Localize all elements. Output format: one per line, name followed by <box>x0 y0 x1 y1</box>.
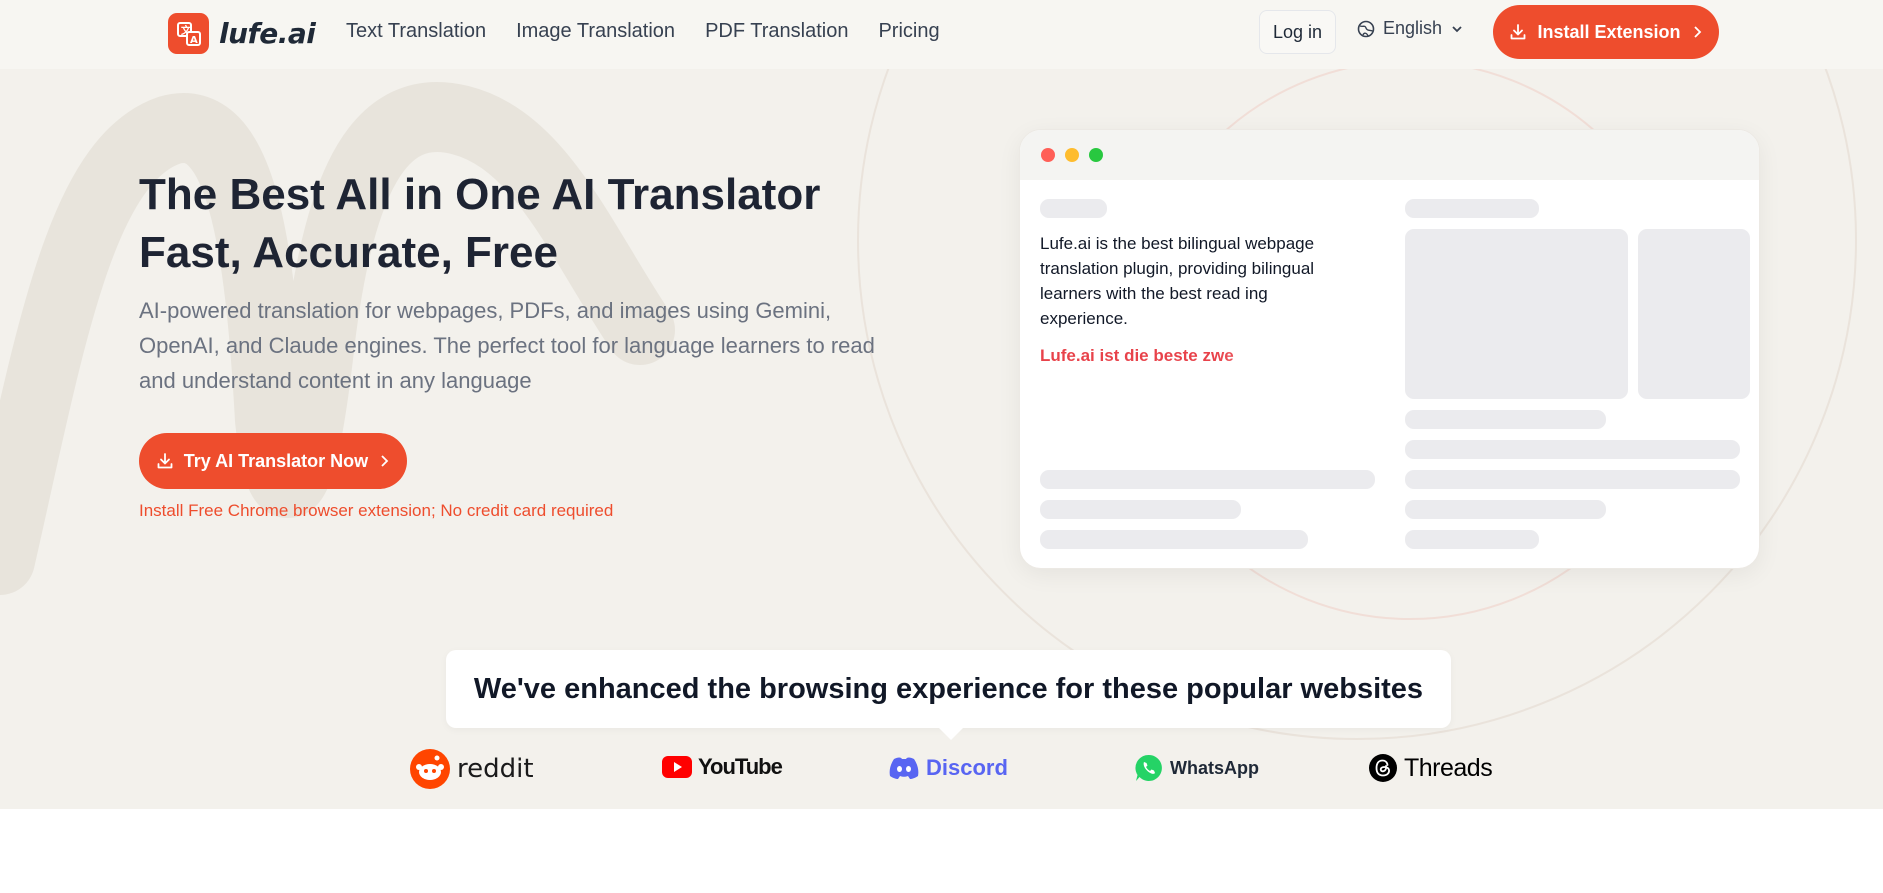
site-whatsapp[interactable]: WhatsApp <box>1134 753 1259 783</box>
cta-note: Install Free Chrome browser extension; N… <box>139 501 614 520</box>
threads-icon <box>1369 754 1397 782</box>
skeleton-line <box>1405 199 1539 218</box>
download-icon <box>157 453 173 469</box>
mockup-english-text: Lufe.ai is the best bilingual webpage tr… <box>1040 234 1315 328</box>
youtube-icon <box>662 756 692 778</box>
site-reddit[interactable]: reddit <box>409 748 534 790</box>
discord-icon <box>889 757 919 779</box>
download-icon <box>1511 24 1526 40</box>
reddit-icon <box>410 749 450 789</box>
skeleton-line <box>1040 500 1241 519</box>
nav-text-translation[interactable]: Text Translation <box>346 20 486 43</box>
site-threads-label: Threads <box>1404 753 1493 782</box>
minimize-dot-icon <box>1065 148 1079 162</box>
site-reddit-label: reddit <box>457 754 534 784</box>
install-extension-button[interactable]: Install Extension <box>1493 5 1719 59</box>
skeleton-line <box>1040 199 1107 218</box>
site-whatsapp-label: WhatsApp <box>1170 757 1259 778</box>
chevron-right-icon <box>1693 26 1701 38</box>
skeleton-line <box>1040 470 1375 489</box>
globe-icon <box>1357 20 1375 37</box>
skeleton-line <box>1040 530 1308 549</box>
nav-pricing[interactable]: Pricing <box>878 20 939 43</box>
nav-links: Text Translation Image Translation PDF T… <box>346 20 940 43</box>
brand-logo[interactable]: 文 A lufe.ai <box>168 13 316 54</box>
skeleton-image <box>1638 229 1750 399</box>
try-translator-label: Try AI Translator Now <box>183 450 369 471</box>
browser-title-bar <box>1020 130 1759 180</box>
chevron-right-icon <box>381 455 389 467</box>
nav-image-translation[interactable]: Image Translation <box>516 20 675 43</box>
language-selector[interactable]: English <box>1357 18 1464 39</box>
hero-title-line2: Fast, Accurate, Free <box>139 228 558 277</box>
site-threads[interactable]: Threads <box>1368 753 1493 783</box>
site-discord-label: Discord <box>926 755 1008 780</box>
brand-name: lufe.ai <box>219 17 316 50</box>
try-translator-button[interactable]: Try AI Translator Now <box>139 433 407 489</box>
hero-section: 文 A lufe.ai Text Translation Image Trans… <box>0 0 1883 809</box>
whatsapp-icon <box>1135 754 1162 781</box>
install-extension-label: Install Extension <box>1537 21 1681 42</box>
skeleton-line <box>1405 410 1606 429</box>
chevron-down-icon <box>1452 25 1462 32</box>
login-button[interactable]: Log in <box>1259 10 1336 54</box>
popular-sites-heading: We've enhanced the browsing experience f… <box>446 650 1451 740</box>
translate-logo-icon: 文 A <box>168 13 209 54</box>
skeleton-line <box>1405 500 1606 519</box>
svg-text:A: A <box>190 35 198 46</box>
skeleton-image <box>1405 229 1628 399</box>
skeleton-line <box>1405 530 1539 549</box>
popular-sites-heading-text: We've enhanced the browsing experience f… <box>473 672 1424 705</box>
hero-title: The Best All in One AI Translator Fast, … <box>139 166 899 282</box>
hero-subtitle: AI-powered translation for webpages, PDF… <box>139 298 875 393</box>
close-dot-icon <box>1041 148 1055 162</box>
site-youtube-label: YouTube <box>698 754 783 779</box>
language-label: English <box>1383 18 1443 38</box>
skeleton-line <box>1405 470 1740 489</box>
maximize-dot-icon <box>1089 148 1103 162</box>
hero-title-line1: The Best All in One AI Translator <box>139 170 821 219</box>
site-discord[interactable]: Discord <box>888 755 1008 781</box>
site-youtube[interactable]: YouTube <box>662 754 783 780</box>
popular-sites-logos: reddit YouTube Discord WhatsApp Threads <box>0 746 1883 796</box>
browser-mockup: Lufe.ai is the best bilingual webpage tr… <box>1019 129 1760 569</box>
nav-pdf-translation[interactable]: PDF Translation <box>705 20 848 43</box>
mockup-german-text: Lufe.ai ist die beste zwe <box>1040 346 1360 366</box>
top-navbar: 文 A lufe.ai Text Translation Image Trans… <box>0 0 1883 69</box>
skeleton-line <box>1405 440 1740 459</box>
